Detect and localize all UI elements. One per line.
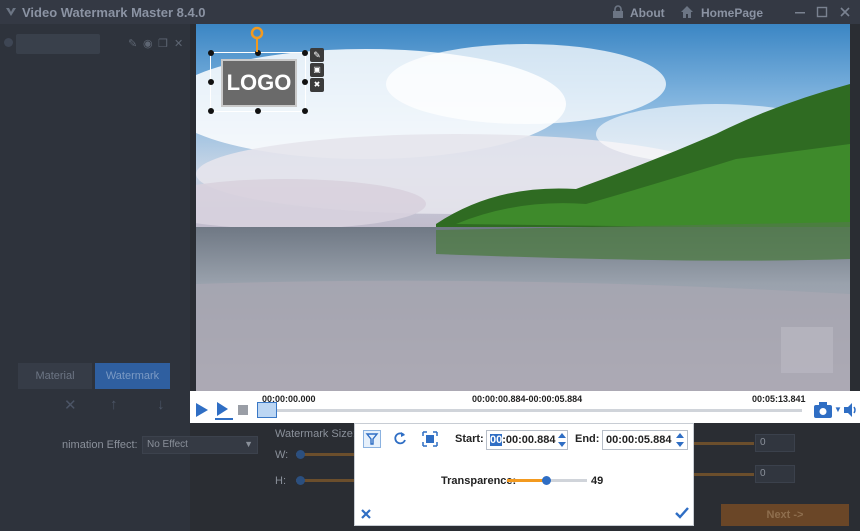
start-hour-selected: 00 xyxy=(490,434,503,446)
start-label: Start: xyxy=(455,433,484,445)
chevron-down-icon[interactable]: ▼ xyxy=(834,405,842,414)
chevron-down-icon: ▼ xyxy=(244,439,253,449)
width-slider-knob[interactable] xyxy=(296,450,305,459)
app-title: Video Watermark Master 8.4.0 xyxy=(22,5,206,20)
close-icon[interactable] xyxy=(838,5,852,19)
app-logo-icon xyxy=(6,8,16,16)
position-y-slider[interactable] xyxy=(694,473,754,476)
animation-effect-label: nimation Effect: xyxy=(62,439,138,451)
resize-handle[interactable] xyxy=(302,108,308,114)
logo-watermark[interactable]: LOGO xyxy=(221,59,297,107)
volume-icon[interactable] xyxy=(843,402,859,418)
rotate-icon[interactable] xyxy=(391,430,409,448)
play-segment-icon[interactable] xyxy=(214,400,234,420)
replace-image-icon[interactable]: ▣ xyxy=(310,63,324,77)
tab-watermark[interactable]: Watermark xyxy=(95,363,170,389)
edit-layer-icon[interactable]: ✎ xyxy=(128,37,137,50)
camera-icon[interactable] xyxy=(813,401,835,419)
total-duration: 00:05:13.841 xyxy=(752,394,806,404)
animation-effect-select[interactable]: No Effect ▼ xyxy=(142,436,258,454)
height-slider-knob[interactable] xyxy=(296,476,305,485)
layer-name-field[interactable] xyxy=(16,34,100,54)
position-y-value: 0 xyxy=(760,468,766,479)
tab-material[interactable]: Material xyxy=(18,363,92,389)
trash-icon[interactable]: ✖ xyxy=(310,78,324,92)
remove-icon[interactable]: ✕ xyxy=(64,396,77,414)
start-time-rest: :00:00.884 xyxy=(502,434,556,446)
copy-layer-icon[interactable]: ❐ xyxy=(158,37,168,50)
next-button[interactable]: Next -> xyxy=(721,504,849,526)
transparence-label: Transparence: xyxy=(441,475,517,487)
rotate-handle-icon[interactable] xyxy=(250,26,264,54)
video-preview[interactable]: LOGO ✎ ▣ ✖ xyxy=(196,24,850,391)
about-link[interactable]: About xyxy=(630,6,665,20)
selected-range-time: 00:00:00.884-00:00:05.884 xyxy=(472,394,583,404)
cancel-icon[interactable] xyxy=(360,508,372,520)
fit-frame-icon[interactable] xyxy=(421,430,439,448)
segment-settings-dialog: Start: 00:00:00.884 End: 00:00:05.884 Tr… xyxy=(354,423,694,526)
homepage-link[interactable]: HomePage xyxy=(701,6,763,20)
transparence-slider[interactable] xyxy=(507,476,587,485)
end-time-value: 00:00:05.884 xyxy=(606,434,672,446)
filter-icon[interactable] xyxy=(363,430,381,448)
position-x-spinner[interactable]: 0 xyxy=(755,434,795,452)
end-time-spinner-icon[interactable] xyxy=(675,431,685,449)
timeline-track[interactable] xyxy=(268,409,802,412)
visibility-eye-icon[interactable]: ◉ xyxy=(143,37,153,50)
start-time-spinner-icon[interactable] xyxy=(557,431,567,449)
resize-handle[interactable] xyxy=(208,79,214,85)
home-icon[interactable] xyxy=(680,5,694,19)
maximize-icon[interactable] xyxy=(815,5,829,19)
width-label: W: xyxy=(275,449,289,461)
resize-handle[interactable] xyxy=(302,79,308,85)
layer-bullet-icon xyxy=(4,38,13,47)
title-bar: Video Watermark Master 8.4.0 About HomeP… xyxy=(0,0,860,24)
transparence-value: 49 xyxy=(591,475,604,487)
left-panel: ✎ ◉ ❐ ✕ Material Watermark ✕ ↑ ↓ nimatio… xyxy=(0,24,258,531)
resize-handle[interactable] xyxy=(208,108,214,114)
delete-layer-icon[interactable]: ✕ xyxy=(174,37,183,50)
animation-effect-value: No Effect xyxy=(147,439,188,450)
edit-watermark-icon[interactable]: ✎ xyxy=(310,48,324,62)
position-x-slider[interactable] xyxy=(694,442,754,445)
position-y-spinner[interactable]: 0 xyxy=(755,465,795,483)
minimize-icon[interactable] xyxy=(793,5,807,19)
resize-handle[interactable] xyxy=(208,50,214,56)
end-label: End: xyxy=(575,433,600,445)
watermark-size-label: Watermark Size: xyxy=(275,428,356,440)
player-bar: 00:00:00.000 00:00:00.884-00:00:05.884 0… xyxy=(190,391,860,423)
height-label: H: xyxy=(275,475,286,487)
start-time-input[interactable]: 00:00:00.884 xyxy=(486,430,568,450)
watermark-bounding-box[interactable]: LOGO xyxy=(208,50,308,114)
play-icon[interactable] xyxy=(195,402,209,418)
watermark-layer-row[interactable]: ✎ ◉ ❐ ✕ xyxy=(4,34,186,54)
resize-handle[interactable] xyxy=(302,50,308,56)
move-down-icon[interactable]: ↓ xyxy=(157,396,165,413)
move-up-icon[interactable]: ↑ xyxy=(110,396,118,413)
lock-icon[interactable] xyxy=(611,5,625,19)
timeline-range-handle[interactable] xyxy=(257,402,277,418)
transparence-slider-knob[interactable] xyxy=(541,476,551,485)
position-x-value: 0 xyxy=(760,437,766,448)
confirm-check-icon[interactable] xyxy=(675,507,689,519)
stop-icon[interactable] xyxy=(238,405,248,415)
resize-handle[interactable] xyxy=(255,108,261,114)
transparence-slider-fill xyxy=(507,479,547,482)
